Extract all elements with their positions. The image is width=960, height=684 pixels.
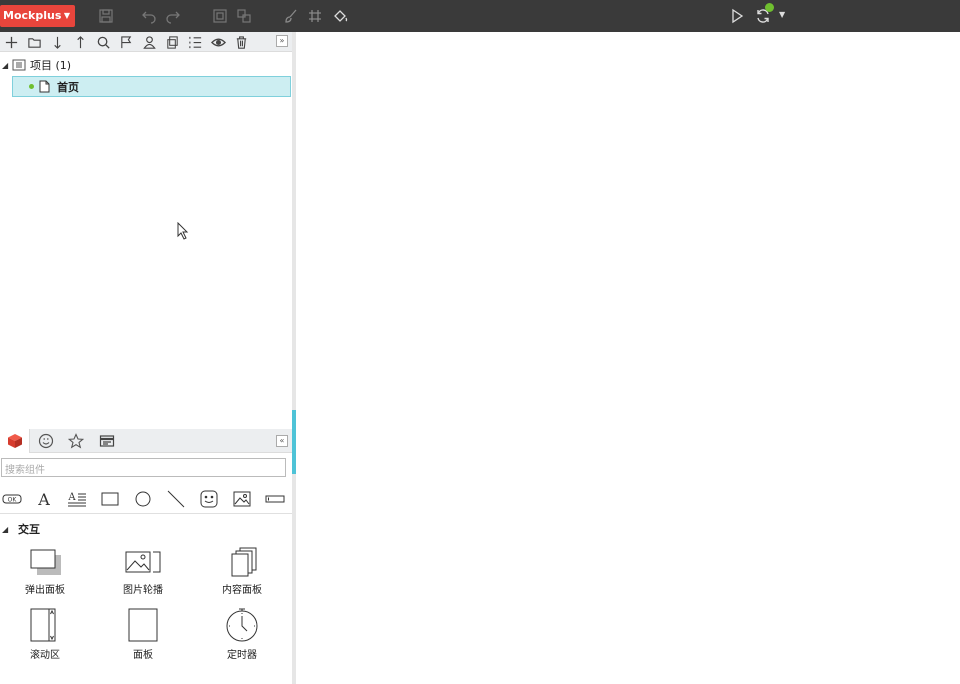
canvas[interactable] (296, 32, 960, 684)
basic-components-row: OK A A (0, 484, 292, 514)
circle-component-icon[interactable] (131, 488, 155, 510)
component-label: 内容面板 (222, 585, 262, 596)
image-component-icon[interactable] (230, 488, 254, 510)
scroll-area-component[interactable]: 滚动区 (5, 608, 85, 661)
panel-icon (128, 608, 158, 642)
move-up-icon[interactable] (71, 33, 89, 51)
timer-icon (226, 608, 258, 642)
pages-toolbar: » (0, 32, 292, 52)
page-status-dot (29, 84, 34, 89)
collapse-pages-button[interactable]: » (276, 35, 288, 47)
project-node[interactable]: ◢ 项目 (1) (2, 56, 71, 74)
user-icon[interactable] (140, 33, 158, 51)
collapse-library-button[interactable]: « (276, 435, 288, 447)
text-component-icon[interactable]: A (32, 488, 56, 510)
smiley-icon (38, 433, 54, 449)
paragraph-component-icon[interactable]: A (65, 488, 89, 510)
eye-icon[interactable] (209, 33, 227, 51)
template-icon (99, 435, 115, 447)
move-down-icon[interactable] (48, 33, 66, 51)
line-component-icon[interactable] (164, 488, 188, 510)
panel-component[interactable]: 面板 (103, 608, 183, 661)
timer-component[interactable]: 定时器 (202, 608, 282, 661)
chevron-down-icon[interactable]: ▼ (779, 10, 785, 19)
brush-icon[interactable] (281, 6, 301, 26)
popup-panel-component[interactable]: 弹出面板 (5, 547, 85, 596)
image-carousel-icon (125, 551, 161, 573)
folder-icon[interactable] (25, 33, 43, 51)
cube-icon (7, 434, 22, 448)
component-label: 图片轮播 (123, 585, 163, 596)
section-label: 交互 (18, 523, 40, 536)
components-tab[interactable] (0, 429, 30, 453)
brand-label: Mockplus (3, 9, 62, 22)
paint-bucket-icon[interactable] (330, 6, 350, 26)
component-label: 面板 (133, 650, 153, 661)
expand-toggle-icon[interactable]: ◢ (2, 525, 12, 534)
mouse-cursor-icon (177, 222, 189, 240)
popup-panel-icon (30, 549, 61, 575)
input-component-icon[interactable] (263, 488, 287, 510)
star-icon (68, 433, 84, 449)
redo-icon[interactable] (163, 6, 183, 26)
app-menu-button[interactable]: Mockplus ▼ (0, 5, 75, 27)
top-toolbar: Mockplus ▼ ▼ (0, 0, 960, 32)
component-search-input[interactable]: 搜索组件 (1, 458, 286, 477)
library-tabs: « (0, 429, 292, 453)
component-label: 滚动区 (30, 650, 60, 661)
svg-text:OK: OK (8, 497, 18, 504)
copy-icon[interactable] (163, 33, 181, 51)
grid-icon[interactable] (305, 6, 325, 26)
ungroup-icon[interactable] (234, 6, 254, 26)
project-icon (12, 59, 26, 71)
chevron-down-icon: ▼ (63, 11, 70, 20)
expand-toggle-icon[interactable]: ◢ (2, 61, 12, 70)
component-label: 定时器 (227, 650, 257, 661)
group-icon[interactable] (210, 6, 230, 26)
svg-text:A: A (37, 490, 50, 508)
templates-tab[interactable] (92, 429, 122, 453)
flag-icon[interactable] (117, 33, 135, 51)
undo-icon[interactable] (139, 6, 159, 26)
preview-play-icon[interactable] (727, 6, 747, 26)
search-icon[interactable] (94, 33, 112, 51)
add-icon[interactable] (2, 33, 20, 51)
save-icon[interactable] (96, 6, 116, 26)
scroll-area-icon (30, 608, 56, 642)
image-carousel-component[interactable]: 图片轮播 (103, 547, 183, 596)
page-label: 首页 (57, 80, 79, 94)
list-icon[interactable] (186, 33, 204, 51)
section-interaction[interactable]: ◢ 交互 (2, 521, 40, 537)
sync-status-badge (765, 3, 774, 12)
content-panel-icon (231, 547, 257, 577)
ok-button-component-icon[interactable]: OK (0, 488, 24, 510)
emoji-tab[interactable] (31, 429, 61, 453)
smiley-component-icon[interactable] (197, 488, 221, 510)
component-label: 弹出面板 (25, 585, 65, 596)
svg-text:A: A (67, 492, 76, 503)
rectangle-component-icon[interactable] (98, 488, 122, 510)
favorites-tab[interactable] (61, 429, 91, 453)
search-placeholder: 搜索组件 (5, 465, 45, 476)
content-panel-component[interactable]: 内容面板 (202, 547, 282, 596)
left-panel: » ◢ 项目 (1) 首页 « 搜索组件 OK A A ◢ 交互 弹出面板 图片… (0, 32, 292, 684)
page-item-home[interactable]: 首页 (12, 76, 291, 97)
page-icon (39, 80, 50, 93)
trash-icon[interactable] (232, 33, 250, 51)
sync-icon[interactable] (753, 3, 774, 26)
project-label: 项目 (1) (30, 59, 72, 72)
